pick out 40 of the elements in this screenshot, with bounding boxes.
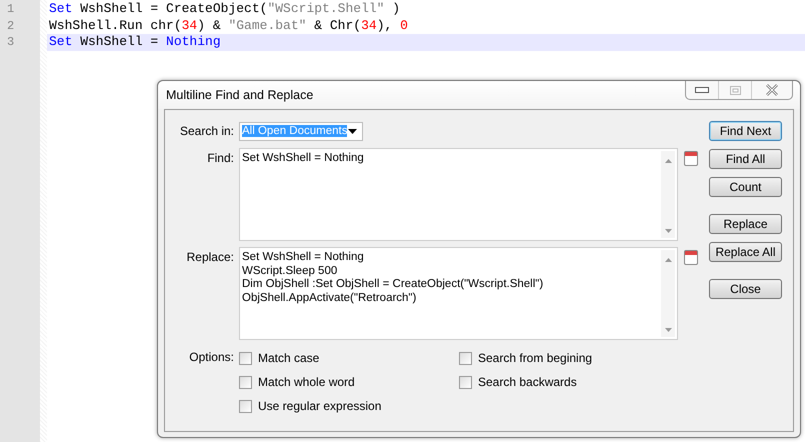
scroll-up-icon[interactable] (664, 159, 672, 163)
options-label: Options: (188, 350, 234, 366)
checkbox[interactable] (459, 376, 472, 388)
dialog-button[interactable]: Replace (709, 214, 782, 234)
code-line: WshShell.Run chr(34) & "Game.bat" & Chr(34), 0 (48, 18, 409, 34)
dialog-button[interactable]: Replace All (709, 242, 782, 262)
line-number: 3 (6, 34, 16, 50)
close-icon (765, 84, 779, 96)
option-label: Search from begining (478, 351, 592, 365)
scroll-down-icon[interactable] (664, 328, 672, 332)
caret-icon (348, 128, 357, 134)
checkbox[interactable] (239, 400, 252, 412)
checkbox[interactable] (459, 352, 472, 364)
dialog-button[interactable]: Find All (709, 149, 782, 169)
search-in-label: Search in: (178, 124, 234, 138)
replace-label: Replace: (186, 249, 234, 266)
find-field[interactable]: Set WshShell = Nothing (239, 148, 678, 241)
dialog-button[interactable]: Find Next (709, 121, 782, 141)
checkbox[interactable] (239, 376, 252, 388)
minimize-icon (695, 87, 709, 93)
scroll-up-icon[interactable] (664, 258, 672, 262)
code-line: Set WshShell = CreateObject("WScript.Shell" ) (48, 1, 402, 18)
checkbox[interactable] (239, 352, 252, 364)
option-label: Search backwards (478, 375, 577, 389)
window-title: Multiline Find and Replace (166, 88, 314, 102)
option-label: Match whole word (258, 375, 355, 389)
maximize-icon (730, 86, 740, 94)
find-label: Find: (206, 150, 234, 167)
option-label: Match case (258, 351, 320, 365)
scrollbar[interactable] (661, 151, 675, 238)
calendar-icon[interactable] (684, 151, 698, 166)
scroll-down-icon[interactable] (664, 229, 672, 233)
replace-field[interactable]: Set WshShell = Nothing WScript.Sleep 500 Dim ObjShell :Set ObjShell = CreateObject("Wscript.Shell") ObjShell.AppActivate("Retroarch") (239, 247, 678, 340)
dialog-button[interactable]: Count (709, 177, 782, 197)
calendar-icon[interactable] (684, 250, 698, 265)
option-label: Use regular expression (258, 399, 382, 413)
dialog-button[interactable]: Close (709, 279, 782, 299)
scrollbar[interactable] (661, 250, 675, 337)
line-number: 1 (6, 1, 16, 18)
line-number: 2 (6, 18, 16, 34)
